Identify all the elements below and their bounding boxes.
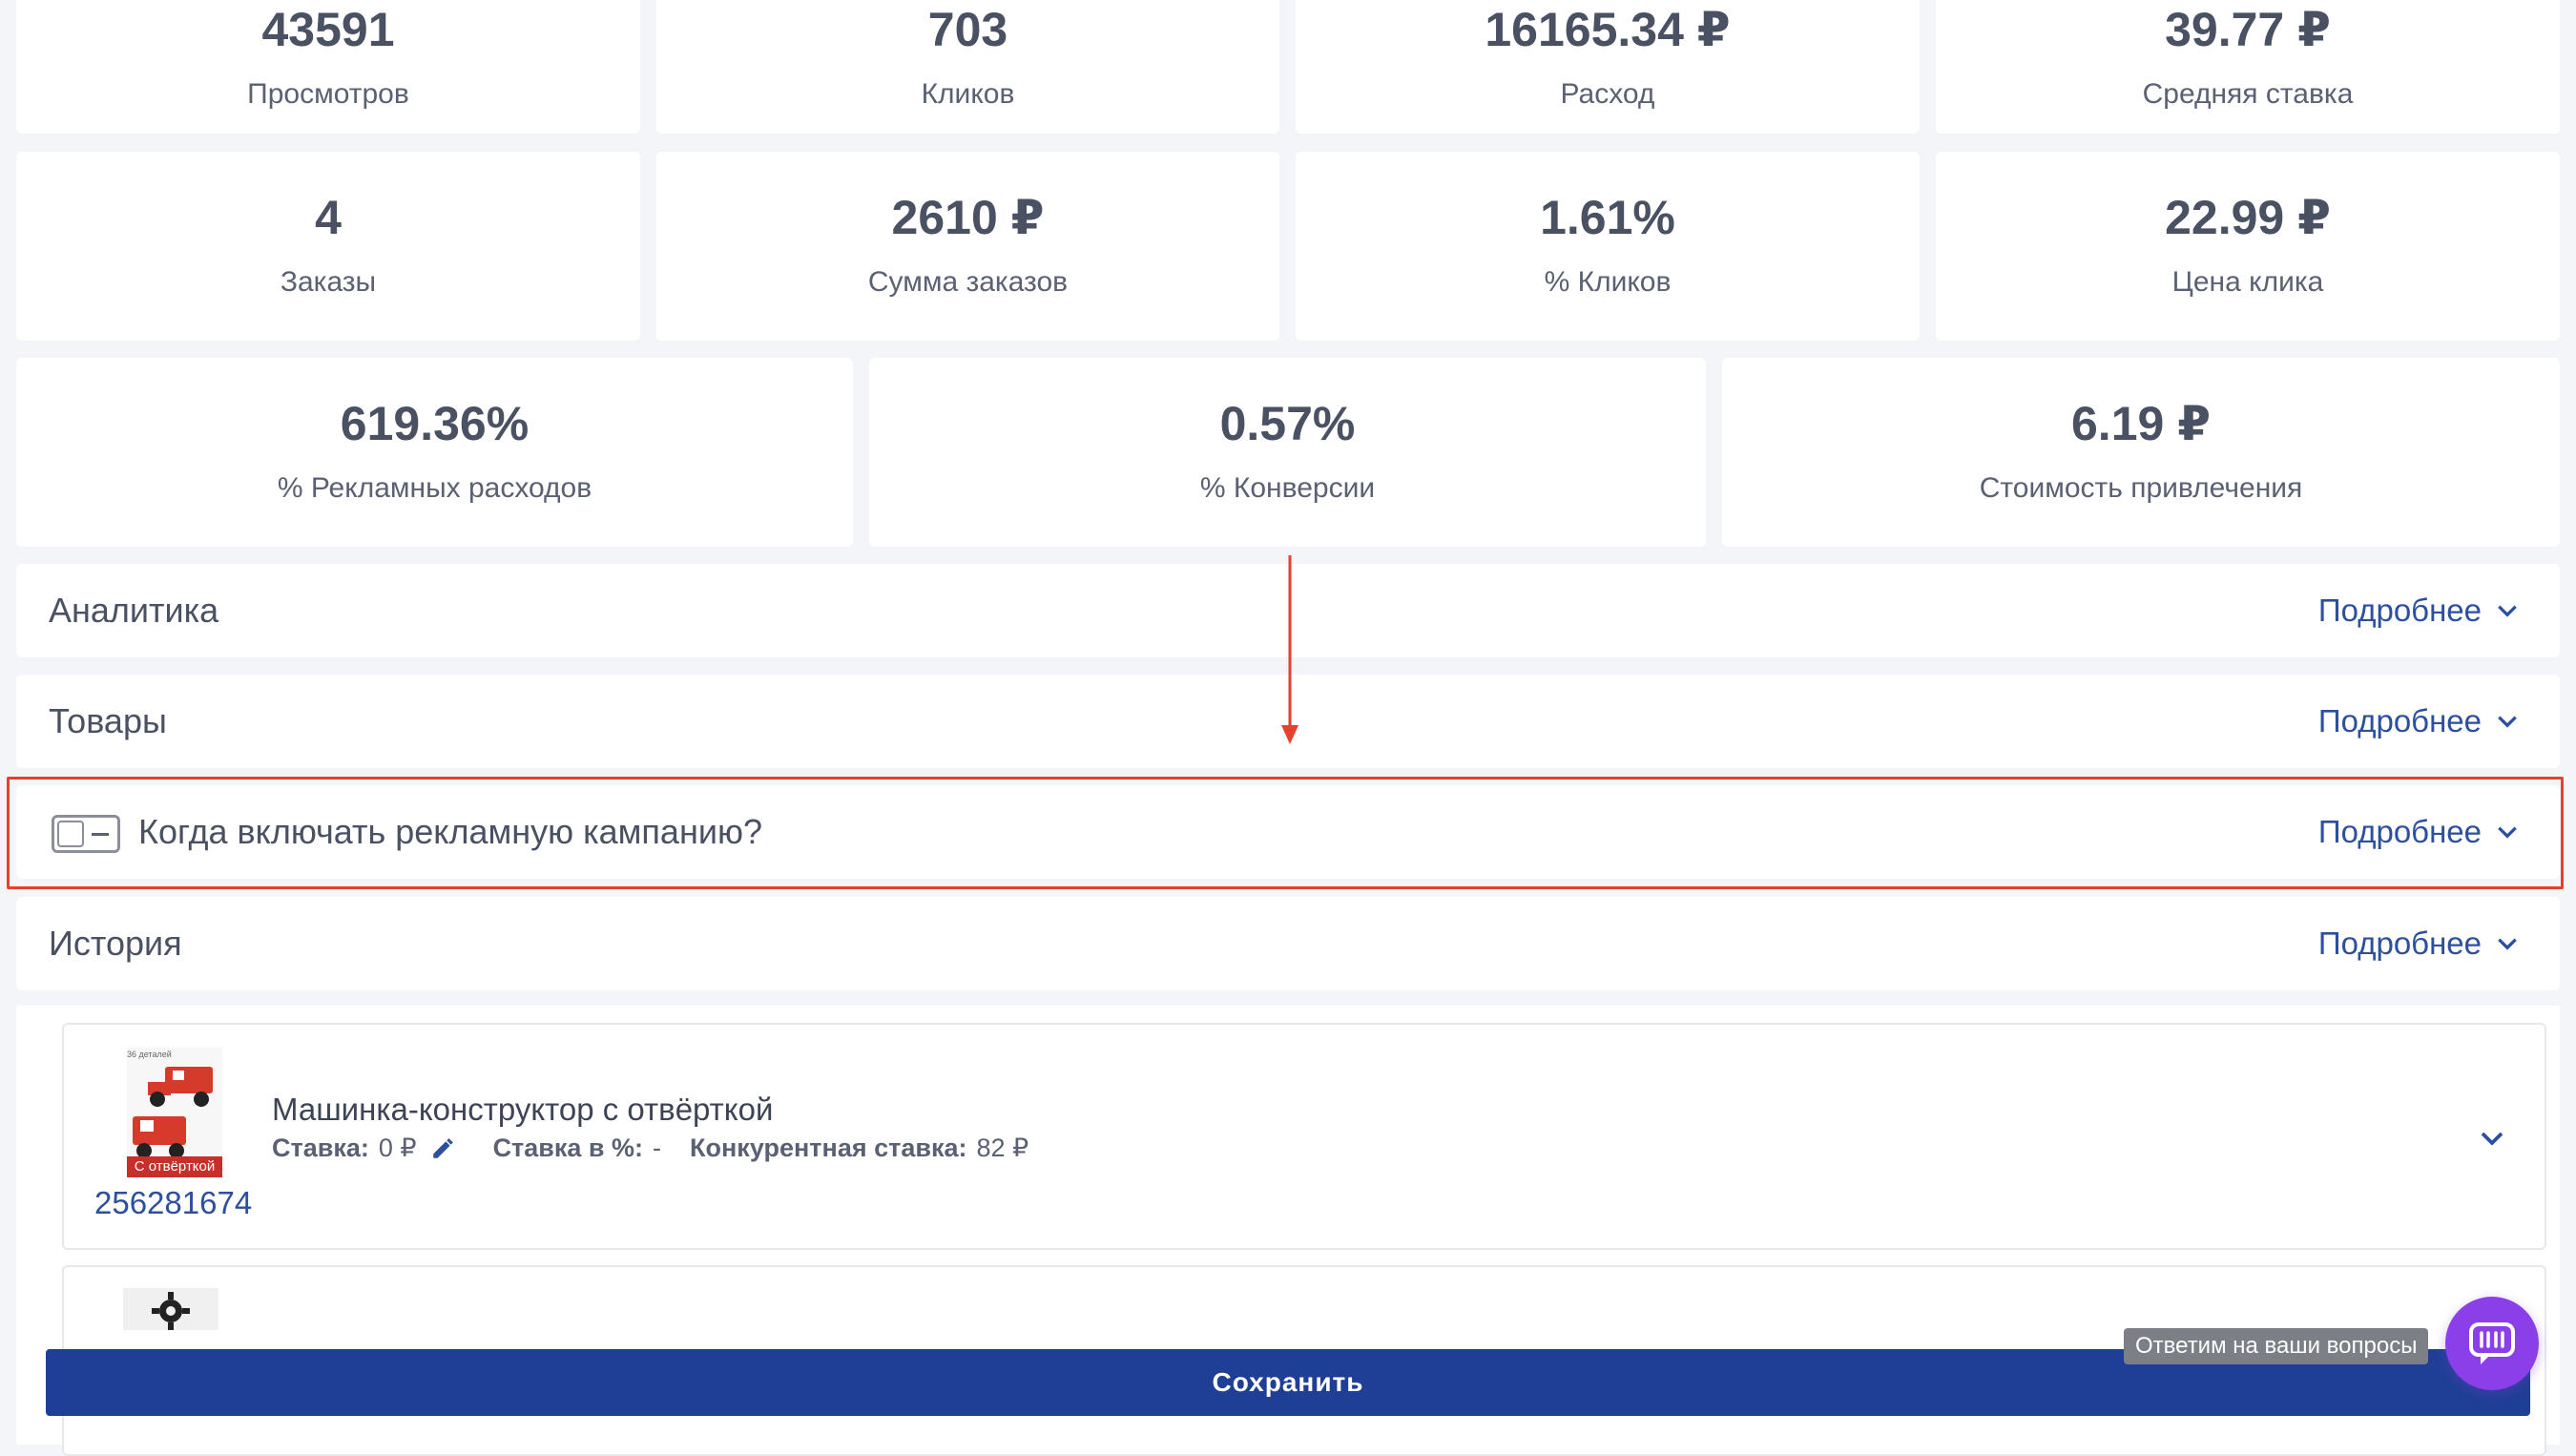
stat-label: Просмотров [247,78,409,110]
chevron-down-icon [2498,605,2517,617]
more-link-history[interactable]: Подробнее [2318,926,2520,962]
more-link-analytics[interactable]: Подробнее [2318,593,2520,629]
product-card[interactable]: 36 деталей С отвёрткой Машинка-конструкт… [62,1023,2546,1250]
stat-value: 6.19 ₽ [2071,397,2211,450]
more-label: Подробнее [2317,703,2482,738]
stat-card-cpa: 6.19 ₽ Стоимость привлечения [1722,358,2560,547]
stat-label: % Кликов [1544,266,1672,298]
stat-value: 16165.34 ₽ [1485,3,1731,56]
toy-truck-icon [133,1067,213,1158]
stat-label: % Конверсии [1199,472,1376,504]
chevron-down-icon [2498,938,2517,950]
chat-button[interactable] [2445,1297,2539,1390]
more-label: Подробнее [2317,593,2482,628]
chevron-down-icon[interactable] [2478,1124,2506,1153]
stat-value: 43591 [261,3,395,56]
stat-card-spend: 16165.34 ₽ Расход [1296,0,1920,134]
stat-value: 39.77 ₽ [2165,3,2331,56]
stat-card-orders-sum: 2610 ₽ Сумма заказов [656,152,1279,341]
section-title: История [49,924,182,963]
chat-bubble-icon [2469,1322,2515,1364]
bid-pct-value: - [653,1134,662,1162]
stat-label: Расход [1560,78,1655,110]
stat-card-views: 43591 Просмотров [16,0,640,134]
stat-card-avg-bid: 39.77 ₽ Средняя ставка [1936,0,2560,134]
annotation-arrow-icon [1281,555,1298,744]
section-title: Аналитика [49,591,219,630]
stat-value: 4 [315,191,342,244]
stat-label: % Рекламных расходов [277,472,592,504]
stat-label: Средняя ставка [2142,78,2354,110]
stat-value: 619.36% [340,397,530,450]
stat-card-conversion: 0.57% % Конверсии [869,358,1706,547]
section-title: Товары [49,701,167,740]
competitor-value: 82 ₽ [976,1134,1029,1162]
annotation-highlight-box [7,777,2564,889]
stat-card-ctr: 1.61% % Кликов [1296,152,1920,341]
product-thumbnail[interactable]: 36 деталей С отвёрткой [127,1048,222,1177]
stat-value: 22.99 ₽ [2165,191,2331,244]
more-label: Подробнее [2317,926,2482,961]
chevron-down-icon [2498,716,2517,728]
stat-card-drr: 619.36% % Рекламных расходов [16,358,853,547]
stat-card-clicks: 703 Кликов [656,0,1279,134]
competitor-label: Конкурентная ставка: [690,1134,967,1162]
stat-label: Сумма заказов [867,266,1069,298]
chat-tooltip: Ответим на ваши вопросы [2124,1328,2429,1364]
bid-value: 0 ₽ [378,1134,417,1162]
stat-value: 1.61% [1540,191,1675,244]
stat-value: 0.57% [1219,397,1356,450]
more-link-products[interactable]: Подробнее [2318,703,2520,739]
stat-label: Заказы [280,266,377,298]
stat-label: Стоимость привлечения [1979,472,2303,504]
pencil-icon[interactable] [430,1136,455,1161]
stat-value: 2610 ₽ [891,191,1045,244]
product-name: Машинка-конструктор с отвёрткой [272,1092,774,1127]
section-history[interactable]: История Подробнее [16,897,2560,990]
gear-icon [152,1292,190,1330]
stat-card-cpc: 22.99 ₽ Цена клика [1936,152,2560,341]
stat-label: Цена клика [2171,266,2324,298]
product-thumbnail[interactable] [123,1288,218,1330]
stat-value: 703 [927,3,1008,56]
thumb-badge: С отвёрткой [127,1156,222,1177]
bid-label: Ставка: [272,1134,369,1162]
stat-label: Кликов [921,78,1015,110]
product-sku-link[interactable]: 256281674 [94,1185,252,1221]
bid-pct-label: Ставка в %: [492,1134,644,1162]
stat-card-orders: 4 Заказы [16,152,640,341]
product-meta: Ставка: 0 ₽ Ставка в %: - Конкурентная с… [272,1134,1028,1163]
